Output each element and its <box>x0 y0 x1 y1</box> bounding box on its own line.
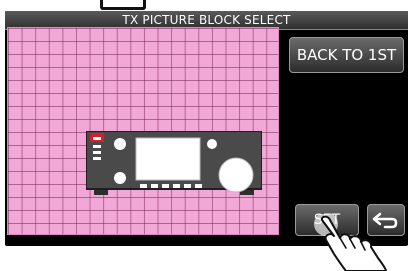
transceiver-illustration <box>86 131 262 195</box>
top-bracket-decoration <box>0 0 413 11</box>
back-to-1st-button[interactable]: BACK TO 1ST <box>289 37 404 73</box>
pointing-hand-icon <box>314 214 387 271</box>
